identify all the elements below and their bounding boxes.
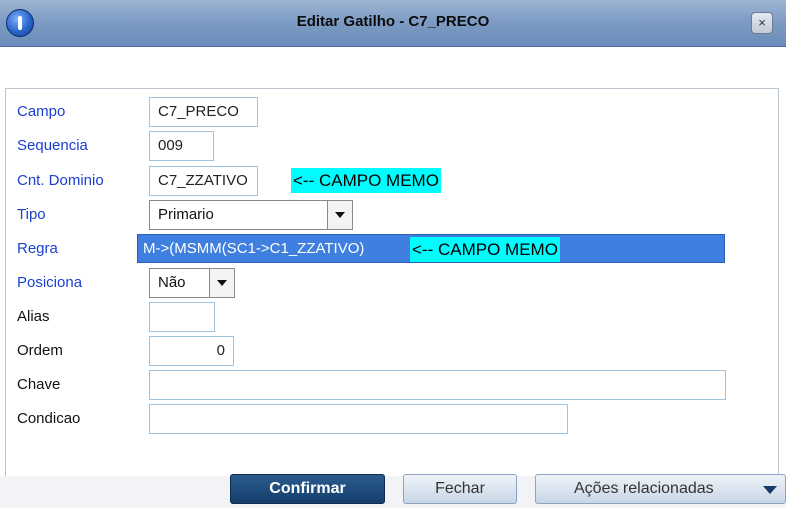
cnt-dominio-field[interactable]: C7_ZZATIVO [149, 166, 258, 196]
cnt-dominio-label: Cnt. Dominio [17, 172, 104, 189]
tipo-selected-value: Primario [158, 206, 214, 223]
regra-value: M->(MSMM(SC1->C1_ZZATIVO) [143, 240, 365, 257]
regra-annotation: <-- CAMPO MEMO [410, 237, 560, 262]
title-bar: Editar Gatilho - C7_PRECO × [0, 0, 786, 47]
chevron-down-icon[interactable] [327, 201, 352, 229]
ordem-label: Ordem [17, 342, 63, 359]
related-actions-label: Ações relacionadas [574, 480, 714, 497]
confirm-button[interactable]: Confirmar [230, 474, 385, 504]
related-actions-button[interactable]: Ações relacionadas [535, 474, 786, 504]
posiciona-label: Posiciona [17, 274, 83, 291]
condicao-field[interactable] [149, 404, 568, 434]
posiciona-selected-value: Não [158, 274, 186, 291]
chave-field[interactable] [149, 370, 726, 400]
alias-field[interactable] [149, 302, 215, 332]
campo-field[interactable]: C7_PRECO [149, 97, 258, 127]
sequencia-label: Sequencia [17, 137, 88, 154]
close-dialog-button[interactable]: Fechar [403, 474, 517, 504]
regra-label: Regra [17, 240, 58, 257]
close-button[interactable]: × [751, 12, 773, 34]
chave-label: Chave [17, 376, 61, 393]
posiciona-select[interactable]: Não [149, 268, 235, 298]
close-icon: × [758, 15, 766, 30]
condicao-label: Condicao [17, 410, 81, 427]
ordem-field[interactable]: 0 [149, 336, 234, 366]
tipo-label: Tipo [17, 206, 46, 223]
window-title: Editar Gatilho - C7_PRECO [296, 13, 490, 30]
campo-label: Campo [17, 103, 66, 120]
chevron-down-icon[interactable] [209, 269, 234, 297]
cnt-dominio-annotation: <-- CAMPO MEMO [291, 168, 441, 193]
alias-label: Alias [17, 308, 50, 325]
tipo-select[interactable]: Primario [149, 200, 353, 230]
sequencia-field[interactable]: 009 [149, 131, 214, 161]
caret-down-icon [763, 486, 777, 494]
